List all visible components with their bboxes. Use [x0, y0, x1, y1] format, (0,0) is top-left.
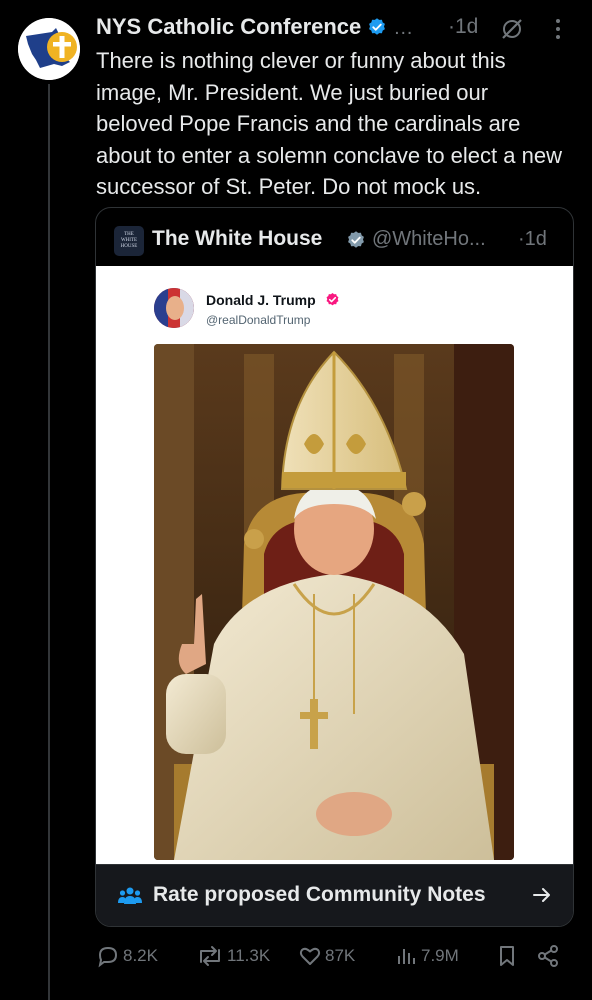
quoted-post[interactable]: THE WHITE HOUSE The White House @WhiteHo…	[95, 207, 574, 927]
arrow-right-icon	[532, 885, 552, 910]
grok-icon[interactable]	[500, 17, 524, 46]
share-icon	[538, 945, 558, 967]
quoted-author-name: The White House	[152, 227, 323, 250]
pope-photo	[154, 344, 514, 860]
more-icon[interactable]	[554, 18, 562, 45]
like-button[interactable]: 87K	[298, 940, 355, 972]
action-bar: 8.2K 11.3K 87K 7.9M	[96, 940, 576, 972]
quoted-post-header: THE WHITE HOUSE The White House @WhiteHo…	[114, 224, 564, 258]
nys-logo-icon	[18, 18, 80, 80]
reply-icon	[98, 946, 118, 968]
view-count: 7.9M	[421, 946, 459, 965]
community-notes-bar[interactable]: Rate proposed Community Notes	[96, 864, 573, 926]
quoted-post-time: ·1d	[518, 228, 547, 250]
repost-count: 11.3K	[227, 946, 271, 965]
post-time[interactable]: ·1d	[448, 15, 478, 39]
reply-count: 8.2K	[123, 946, 158, 965]
quoted-author-handle: @WhiteHo...	[372, 228, 486, 250]
views-icon	[398, 949, 415, 964]
avatar-text-line: HOUSE	[120, 244, 138, 249]
thread-line	[48, 84, 50, 1000]
author-name[interactable]: NYS Catholic Conference	[96, 14, 361, 39]
community-notes-label: Rate proposed Community Notes	[153, 883, 486, 906]
post-header: NYS Catholic Conference … ·1d	[96, 14, 576, 44]
quoted-image[interactable]: Donald J. Trump @realDonaldTrump	[96, 266, 573, 864]
inner-author-handle: @realDonaldTrump	[206, 313, 311, 327]
repost-icon	[200, 946, 220, 966]
verified-badge-icon	[367, 17, 387, 42]
white-house-avatar[interactable]: THE WHITE HOUSE	[114, 226, 144, 256]
post-text: There is nothing clever or funny about t…	[96, 48, 562, 199]
verified-badge-icon	[325, 292, 340, 312]
name-ellipsis: …	[393, 17, 414, 39]
repost-button[interactable]: 11.3K	[196, 940, 270, 972]
inner-avatar	[154, 288, 194, 328]
bookmark-button[interactable]	[496, 940, 521, 972]
share-button[interactable]	[536, 940, 563, 972]
views-button[interactable]: 7.9M	[396, 940, 459, 972]
people-icon	[118, 886, 142, 911]
verified-badge-icon	[346, 230, 366, 255]
bookmark-icon	[500, 946, 514, 966]
inner-author-name: Donald J. Trump	[206, 292, 316, 308]
author-avatar[interactable]	[18, 18, 80, 80]
reply-button[interactable]: 8.2K	[96, 940, 158, 972]
like-icon	[299, 947, 321, 965]
like-count: 87K	[325, 946, 356, 965]
